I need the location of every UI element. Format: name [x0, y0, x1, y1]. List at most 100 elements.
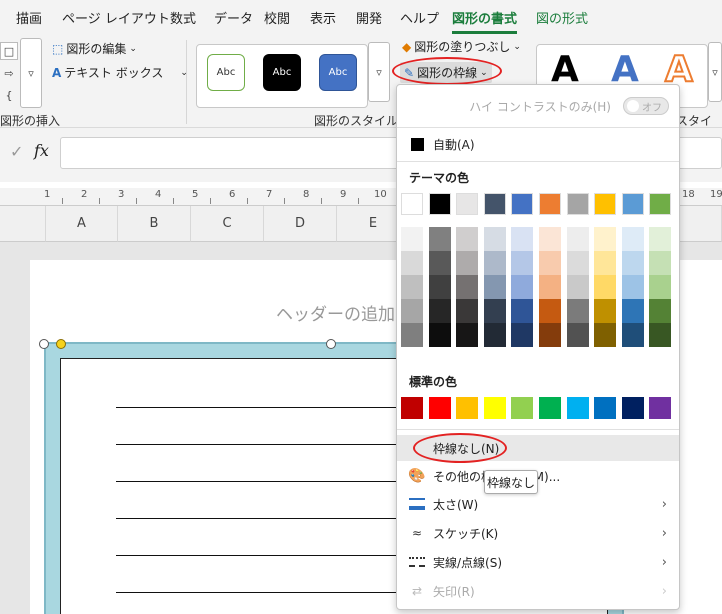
tab-data[interactable]: データ [214, 8, 253, 27]
standard-color-swatch[interactable] [594, 397, 617, 419]
tab-shape-format[interactable]: 図形の書式 [452, 8, 518, 34]
theme-color-swatch[interactable] [456, 193, 479, 215]
standard-color-swatch[interactable] [539, 397, 561, 419]
adjust-handle[interactable] [56, 339, 66, 349]
weight-item[interactable]: 太さ(W) › [397, 493, 679, 515]
standard-color-swatch[interactable] [456, 397, 479, 419]
theme-color-shade-swatch[interactable] [401, 299, 423, 323]
theme-color-shade-swatch[interactable] [539, 227, 561, 251]
theme-color-swatch[interactable] [566, 193, 589, 215]
column-header-b[interactable]: B [118, 206, 191, 242]
theme-color-shade-swatch[interactable] [649, 323, 672, 347]
theme-color-shade-swatch[interactable] [401, 251, 423, 275]
theme-color-swatch[interactable] [401, 193, 423, 215]
theme-color-shade-swatch[interactable] [566, 323, 589, 347]
arrow-shape-icon[interactable]: ⇨ [0, 64, 18, 82]
tab-formulas[interactable]: 数式 [170, 8, 196, 27]
theme-color-shade-swatch[interactable] [594, 251, 617, 275]
theme-color-shade-swatch[interactable] [594, 323, 617, 347]
resize-handle[interactable] [39, 339, 49, 349]
standard-color-swatch[interactable] [566, 397, 589, 419]
theme-color-shade-swatch[interactable] [594, 275, 617, 299]
more-outline-colors-item[interactable]: 🎨 その他の枠線の色(M)... [397, 465, 679, 487]
theme-color-shade-swatch[interactable] [511, 299, 534, 323]
theme-color-shade-swatch[interactable] [483, 299, 506, 323]
arrows-item[interactable]: ⇄ 矢印(R) › [397, 580, 679, 602]
shape-style-swatch-2[interactable]: Abc [263, 54, 301, 91]
theme-color-swatch[interactable] [621, 193, 644, 215]
theme-color-shade-swatch[interactable] [483, 227, 506, 251]
shape-gallery-expand-button[interactable]: ▿ [20, 38, 42, 108]
theme-color-shade-swatch[interactable] [401, 323, 423, 347]
theme-color-shade-swatch[interactable] [621, 275, 644, 299]
tab-page-layout[interactable]: ページ レイアウト [62, 8, 170, 27]
theme-color-shade-swatch[interactable] [428, 323, 451, 347]
theme-color-shade-swatch[interactable] [456, 323, 479, 347]
theme-color-shade-swatch[interactable] [594, 227, 617, 251]
theme-color-shade-swatch[interactable] [511, 251, 534, 275]
standard-color-swatch[interactable] [511, 397, 534, 419]
theme-color-shade-swatch[interactable] [621, 251, 644, 275]
column-header-a[interactable]: A [46, 206, 118, 242]
tab-developer[interactable]: 開発 [356, 8, 382, 27]
brace-shape-icon[interactable]: { [0, 86, 18, 104]
theme-color-shade-swatch[interactable] [456, 299, 479, 323]
theme-color-shade-swatch[interactable] [483, 275, 506, 299]
theme-color-shade-swatch[interactable] [649, 227, 672, 251]
tab-help[interactable]: ヘルプ [400, 8, 439, 27]
tab-review[interactable]: 校閲 [264, 8, 290, 27]
standard-color-swatch[interactable] [428, 397, 451, 419]
theme-color-shade-swatch[interactable] [621, 323, 644, 347]
confirm-entry-icon[interactable]: ✓ [10, 142, 23, 161]
insert-function-icon[interactable]: fx [34, 141, 49, 160]
theme-color-shade-swatch[interactable] [511, 275, 534, 299]
theme-color-shade-swatch[interactable] [566, 251, 589, 275]
theme-color-shade-swatch[interactable] [539, 323, 561, 347]
standard-color-swatch[interactable] [649, 397, 672, 419]
edit-shape-button[interactable]: ⬚ 図形の編集 ⌄ [52, 40, 137, 57]
theme-color-shade-swatch[interactable] [428, 299, 451, 323]
tab-picture-format[interactable]: 図の形式 [536, 8, 588, 27]
shape-fill-button[interactable]: ◆ 図形の塗りつぶし ⌄ [402, 38, 521, 55]
theme-color-swatch[interactable] [539, 193, 561, 215]
theme-color-shade-swatch[interactable] [649, 299, 672, 323]
standard-color-swatch[interactable] [621, 397, 644, 419]
add-header-hint[interactable]: ヘッダーの追加 [276, 300, 395, 325]
theme-color-shade-swatch[interactable] [621, 227, 644, 251]
theme-color-swatch[interactable] [483, 193, 506, 215]
automatic-color-item[interactable]: 自動(A) [397, 133, 679, 155]
tab-view[interactable]: 表示 [310, 8, 336, 27]
theme-color-shade-swatch[interactable] [456, 251, 479, 275]
high-contrast-toggle[interactable]: オフ [623, 97, 669, 115]
column-header-d[interactable]: D [264, 206, 337, 242]
theme-color-swatch[interactable] [594, 193, 617, 215]
theme-color-shade-swatch[interactable] [566, 227, 589, 251]
text-box-button[interactable]: A テキスト ボックス ⌄ [52, 64, 188, 81]
standard-color-swatch[interactable] [483, 397, 506, 419]
theme-color-shade-swatch[interactable] [456, 227, 479, 251]
sketch-item[interactable]: ≈ スケッチ(K) › [397, 522, 679, 544]
theme-color-swatch[interactable] [511, 193, 534, 215]
theme-color-shade-swatch[interactable] [649, 275, 672, 299]
theme-color-shade-swatch[interactable] [483, 251, 506, 275]
shape-style-swatch-3[interactable]: Abc [319, 54, 357, 91]
theme-color-swatch[interactable] [428, 193, 451, 215]
shape-style-swatch-1[interactable]: Abc [207, 54, 245, 91]
dashes-item[interactable]: 実線/点線(S) › [397, 551, 679, 573]
resize-handle[interactable] [326, 339, 336, 349]
shape-style-expand-button[interactable]: ▿ [368, 42, 390, 102]
theme-color-shade-swatch[interactable] [401, 227, 423, 251]
theme-color-shade-swatch[interactable] [428, 275, 451, 299]
theme-color-shade-swatch[interactable] [511, 323, 534, 347]
theme-color-shade-swatch[interactable] [539, 251, 561, 275]
theme-color-shade-swatch[interactable] [483, 323, 506, 347]
theme-color-shade-swatch[interactable] [456, 275, 479, 299]
theme-color-shade-swatch[interactable] [401, 275, 423, 299]
theme-color-shade-swatch[interactable] [621, 299, 644, 323]
rectangle-shape-icon[interactable]: □ [0, 42, 18, 60]
theme-color-shade-swatch[interactable] [428, 251, 451, 275]
theme-color-shade-swatch[interactable] [511, 227, 534, 251]
theme-color-shade-swatch[interactable] [539, 299, 561, 323]
tab-draw[interactable]: 描画 [16, 8, 42, 27]
theme-color-shade-swatch[interactable] [594, 299, 617, 323]
